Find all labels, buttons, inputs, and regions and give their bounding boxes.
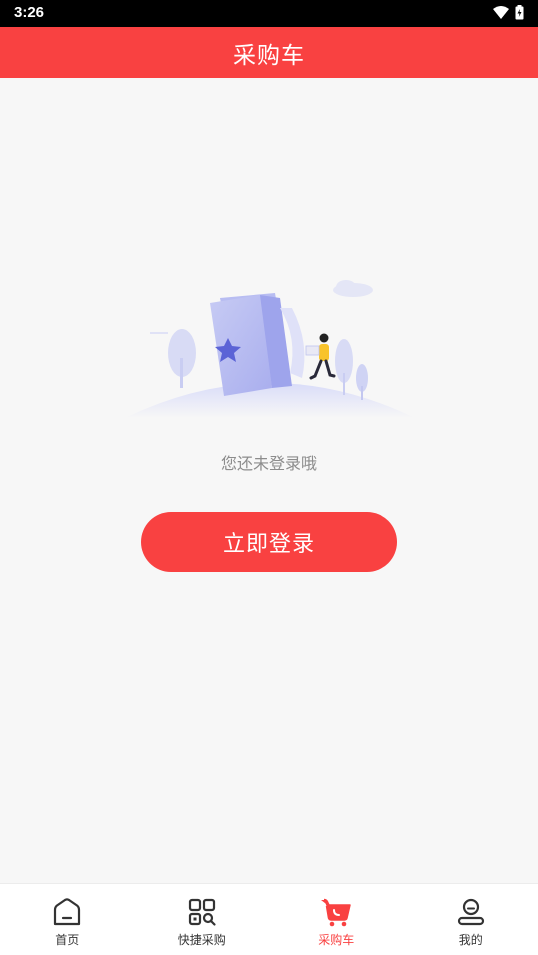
empty-state-text: 您还未登录哦 bbox=[0, 450, 538, 474]
empty-state-illustration bbox=[120, 278, 420, 428]
header: 采购车 bbox=[0, 27, 538, 78]
tab-label: 采购车 bbox=[318, 931, 354, 948]
tab-quick-purchase[interactable]: 快捷采购 bbox=[135, 884, 270, 955]
wifi-icon bbox=[493, 5, 509, 24]
cart-icon bbox=[320, 896, 352, 928]
tab-home[interactable]: 首页 bbox=[0, 884, 135, 955]
tab-profile[interactable]: 我的 bbox=[404, 884, 538, 955]
tab-label: 我的 bbox=[459, 931, 483, 948]
profile-icon bbox=[455, 896, 487, 928]
status-icons bbox=[493, 5, 524, 24]
home-icon bbox=[51, 896, 83, 928]
tab-label: 快捷采购 bbox=[178, 931, 226, 948]
tab-cart[interactable]: 采购车 bbox=[269, 884, 404, 955]
login-button-label: 立即登录 bbox=[223, 526, 315, 558]
quick-purchase-icon bbox=[186, 896, 218, 928]
login-button[interactable]: 立即登录 bbox=[141, 512, 397, 572]
battery-icon bbox=[515, 5, 524, 24]
status-time: 3:26 bbox=[14, 4, 44, 21]
tab-label: 首页 bbox=[55, 931, 79, 948]
page-title: 采购车 bbox=[233, 36, 305, 70]
bottom-tab-bar: 首页 快捷采购 采购车 bbox=[0, 883, 538, 955]
main-content: 您还未登录哦 立即登录 bbox=[0, 78, 538, 883]
status-bar: 3:26 bbox=[0, 0, 538, 27]
